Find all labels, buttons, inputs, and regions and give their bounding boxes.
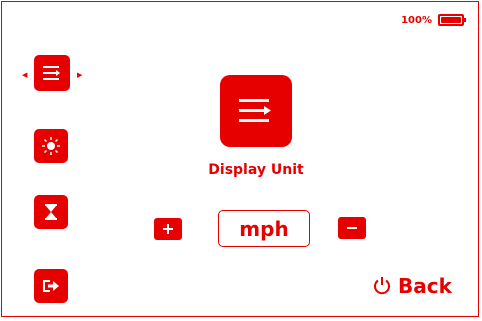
exit-icon [43, 280, 59, 292]
power-icon [374, 277, 390, 295]
brightness-sun-icon [42, 137, 60, 155]
decrease-button[interactable] [338, 217, 366, 239]
battery-icon [438, 14, 466, 26]
hourglass-icon [45, 204, 57, 220]
battery-fill [441, 17, 461, 23]
increase-button[interactable] [154, 218, 182, 240]
device-screen: 100% ◀ ▶ Display Unit mph Back [1, 1, 479, 317]
right-arrow-icon[interactable]: ▶ [77, 72, 82, 79]
back-label: Back [398, 274, 452, 298]
sidebar-item-exit[interactable] [34, 269, 68, 303]
plus-icon [163, 224, 173, 234]
sidebar-item-display-unit[interactable] [34, 55, 70, 91]
back-button[interactable]: Back [372, 274, 452, 298]
menu-lines-icon [43, 66, 60, 80]
battery-status: 100% [401, 14, 466, 26]
setting-title: Display Unit [208, 162, 304, 178]
display-unit-main-icon [220, 75, 292, 147]
setting-value: mph [239, 216, 289, 241]
minus-icon [347, 227, 357, 229]
left-arrow-icon[interactable]: ◀ [22, 72, 27, 79]
menu-lines-icon [239, 99, 271, 122]
sidebar-item-timer[interactable] [34, 195, 68, 229]
battery-percent: 100% [401, 14, 432, 26]
sidebar-item-brightness[interactable] [34, 129, 68, 163]
setting-value-display: mph [218, 210, 310, 247]
